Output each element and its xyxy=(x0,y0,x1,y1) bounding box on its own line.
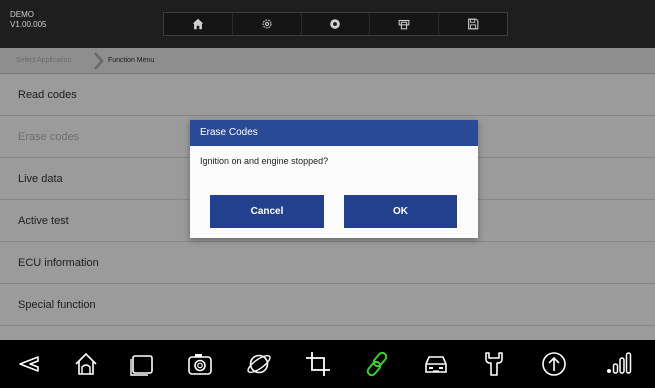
breadcrumb: Select Application Function Menu xyxy=(0,48,655,74)
navigation-bar xyxy=(0,340,655,388)
gear-icon xyxy=(262,19,272,29)
breadcrumb-select-application[interactable]: Select Application xyxy=(16,48,71,74)
browser-button[interactable] xyxy=(235,340,283,388)
browser-icon xyxy=(247,354,271,374)
chevron-right-icon xyxy=(94,52,104,70)
dialog-title: Erase Codes xyxy=(190,120,478,146)
back-button[interactable] xyxy=(4,340,52,388)
tools-button[interactable] xyxy=(470,340,518,388)
dialog-message: Ignition on and engine stopped? xyxy=(200,156,329,166)
recents-button[interactable] xyxy=(118,340,166,388)
print-icon xyxy=(398,19,410,30)
crop-button[interactable] xyxy=(294,340,342,388)
save-icon xyxy=(468,18,479,30)
top-bar: DEMO V1.00.005 xyxy=(0,0,655,48)
home-button[interactable] xyxy=(62,340,110,388)
recents-icon xyxy=(130,355,153,376)
camera-icon xyxy=(188,354,212,375)
app-info: DEMO V1.00.005 xyxy=(10,10,46,30)
home-icon xyxy=(75,352,97,375)
ok-button[interactable]: OK xyxy=(344,195,457,228)
toolbar-save-button[interactable] xyxy=(439,13,507,35)
home-icon xyxy=(192,18,204,30)
upload-icon xyxy=(542,352,566,376)
toolbar-record-button[interactable] xyxy=(302,13,371,35)
toolbar-print-button[interactable] xyxy=(370,13,440,35)
wrench-icon xyxy=(485,352,503,376)
vehicle-button[interactable] xyxy=(412,340,460,388)
link-icon xyxy=(366,351,388,377)
menu-item-special-function[interactable]: Special function xyxy=(0,284,655,326)
record-icon xyxy=(330,19,341,29)
vci-link-button[interactable] xyxy=(353,340,401,388)
upload-button[interactable] xyxy=(530,340,578,388)
toolbar-settings-button[interactable] xyxy=(233,13,302,35)
cancel-button[interactable]: Cancel xyxy=(210,195,324,228)
screenshot-button[interactable] xyxy=(176,340,224,388)
toolbar xyxy=(163,12,508,36)
toolbar-home-button[interactable] xyxy=(164,13,233,35)
car-icon xyxy=(425,356,447,373)
breadcrumb-function-menu[interactable]: Function Menu xyxy=(108,48,154,74)
erase-codes-dialog: Erase Codes Ignition on and engine stopp… xyxy=(190,120,478,238)
app-name: DEMO xyxy=(10,10,34,19)
menu-item-ecu-information[interactable]: ECU information xyxy=(0,242,655,284)
signal-icon xyxy=(607,352,632,374)
back-icon xyxy=(19,356,39,372)
crop-icon xyxy=(306,352,330,376)
app-version: V1.00.005 xyxy=(10,20,47,29)
menu-item-read-codes[interactable]: Read codes xyxy=(0,74,655,116)
signal-button[interactable] xyxy=(595,340,643,388)
